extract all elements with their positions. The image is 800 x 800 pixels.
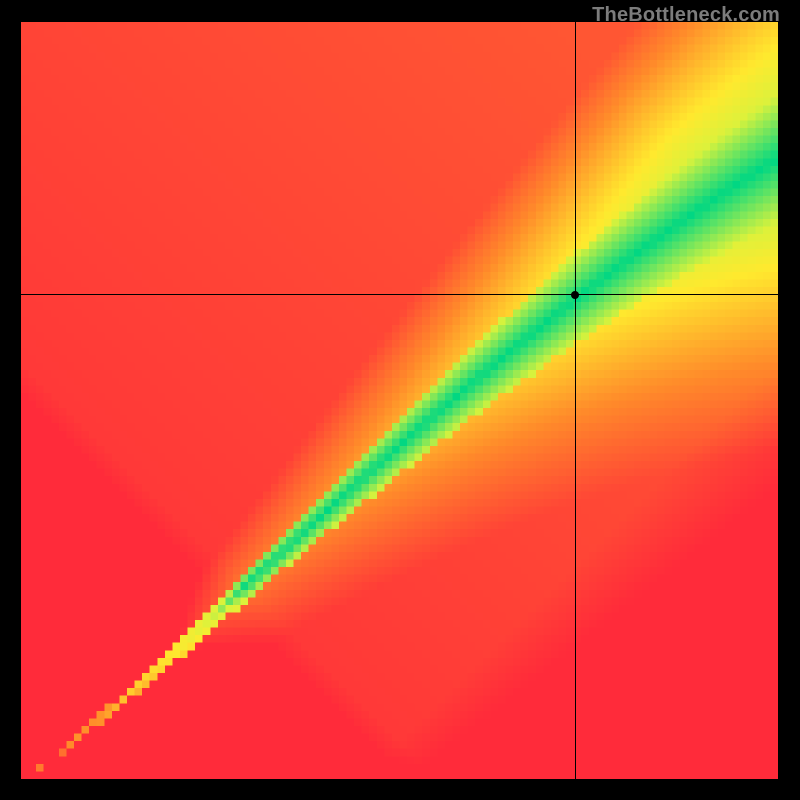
chart-frame: TheBottleneck.com (0, 0, 800, 800)
marker-dot (571, 291, 579, 299)
crosshair-vertical (575, 22, 576, 779)
crosshair-horizontal (21, 294, 778, 295)
heatmap-canvas (21, 22, 778, 779)
heatmap-plot (21, 22, 778, 779)
